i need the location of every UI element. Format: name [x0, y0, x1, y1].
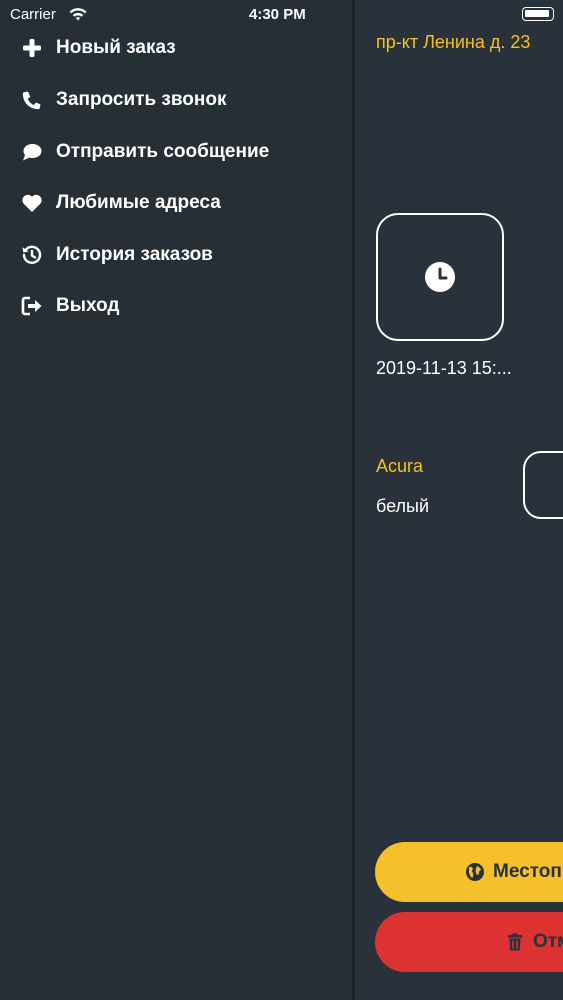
phone-icon [22, 91, 41, 110]
history-icon [22, 245, 42, 264]
menu-item-favorite-addresses[interactable]: Любимые адреса [20, 185, 221, 221]
car-brand: Acura [376, 456, 424, 476]
menu-item-label: Новый заказ [56, 37, 176, 58]
globe-icon [466, 863, 484, 881]
menu-item-new-order[interactable]: Новый заказ [20, 30, 176, 66]
menu-item-label: История заказов [56, 244, 213, 265]
menu-item-label: Выход [56, 295, 120, 316]
cancel-order-button[interactable]: Отм [375, 912, 563, 972]
location-button[interactable]: Местоп [375, 842, 563, 902]
plus-icon [23, 39, 41, 57]
menu-item-label: Запросить звонок [56, 89, 227, 110]
menu-item-logout[interactable]: Выход [20, 288, 119, 324]
clock-icon [425, 262, 455, 292]
battery-icon [522, 7, 554, 21]
wifi-icon [69, 8, 87, 21]
status-bar: Carrier 4:30 PM [0, 0, 563, 30]
carrier-label: Carrier [10, 6, 56, 23]
menu-item-label: Отправить сообщение [56, 141, 270, 162]
location-button-label: Местоп [493, 861, 562, 882]
order-panel[interactable]: пр-кт Ленина д. 23 2019-11-13 15:... Acu… [355, 0, 563, 1000]
comment-icon [23, 144, 42, 161]
trash-icon [508, 933, 522, 951]
menu-item-request-call[interactable]: Запросить звонок [20, 82, 227, 118]
menu-item-order-history[interactable]: История заказов [20, 237, 213, 273]
car-option-button[interactable] [523, 451, 563, 519]
menu-item-send-message[interactable]: Отправить сообщение [20, 134, 269, 170]
heart-icon [22, 194, 42, 212]
order-time-button[interactable] [376, 213, 504, 341]
sign-out-icon [21, 296, 42, 316]
car-color: белый [376, 496, 430, 516]
order-address: пр-кт Ленина д. 23 [376, 32, 531, 52]
cancel-button-label: Отм [533, 931, 563, 952]
menu-item-label: Любимые адреса [56, 192, 221, 213]
order-datetime: 2019-11-13 15:... [376, 358, 512, 378]
status-time: 4:30 PM [249, 6, 306, 23]
